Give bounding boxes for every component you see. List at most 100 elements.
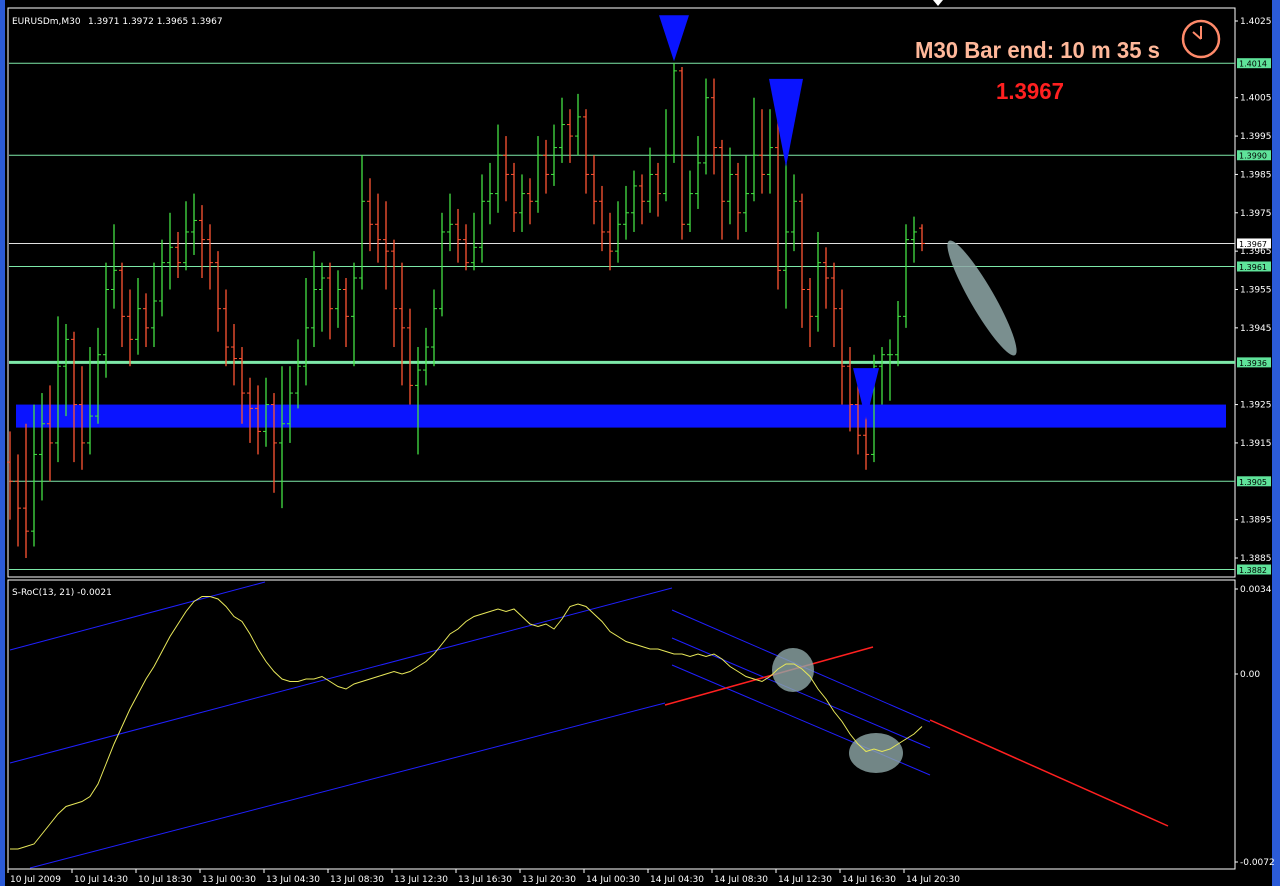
s-roc-line	[10, 596, 923, 850]
price-bar	[23, 423, 29, 558]
down-arrow-icon[interactable]	[769, 78, 803, 167]
price-bar	[359, 155, 365, 290]
price-bar	[127, 289, 133, 367]
price-bar	[431, 289, 437, 367]
price-bar	[399, 262, 405, 386]
trend-line-red[interactable]	[664, 646, 874, 706]
level-price-label: 1.4014	[1239, 60, 1267, 69]
time-tick-label: 10 Jul 14:30	[74, 875, 128, 885]
price-bar	[831, 262, 837, 348]
price-bar	[487, 162, 493, 225]
indicator-tick-label: 0.00	[1240, 670, 1260, 680]
price-bar	[615, 201, 621, 263]
price-bar	[559, 97, 565, 163]
price-tick-label: 1.3955	[1240, 285, 1272, 295]
price-bar	[383, 201, 389, 290]
time-tick-label: 13 Jul 04:30	[266, 875, 320, 885]
price-bar	[671, 63, 677, 163]
price-bar	[623, 185, 629, 240]
price-bar	[679, 67, 685, 240]
price-bar	[47, 385, 53, 482]
price-bar	[495, 124, 501, 213]
price-bar	[367, 178, 373, 252]
price-bar	[879, 347, 885, 405]
price-bar	[207, 224, 213, 290]
highlight-ellipse[interactable]	[849, 733, 903, 773]
price-bar	[895, 301, 901, 367]
price-bar	[751, 97, 757, 202]
price-bar	[807, 277, 813, 348]
time-tick-label: 13 Jul 08:30	[330, 875, 384, 885]
indicator-axis: 0.0034 0.00 -0.0072	[1235, 585, 1275, 868]
price-bar	[439, 212, 445, 317]
level-price-label: 1.3882	[1239, 566, 1267, 575]
channel-line[interactable]	[9, 587, 673, 764]
price-bar	[175, 231, 181, 278]
indicator-tick-label: 0.0034	[1240, 585, 1272, 595]
price-bar	[423, 327, 429, 386]
price-bar	[815, 231, 821, 332]
symbol-header: EURUSDm,M30	[12, 17, 81, 27]
price-bar	[167, 212, 173, 290]
price-bar	[503, 136, 509, 202]
horizontal-levels: 1.4014 1.3990 1.3967 1.3961 1.3936 1.3905 1.38…	[9, 58, 1271, 575]
chart-shift-marker[interactable]	[933, 0, 943, 6]
bar-end-countdown: M30 Bar end: 10 m 35 s	[915, 37, 1160, 63]
price-bar	[655, 162, 661, 217]
down-arrow-icon[interactable]	[659, 15, 689, 62]
price-bar	[695, 136, 701, 209]
time-tick-label: 14 Jul 04:30	[650, 875, 704, 885]
price-tick-label: 1.3915	[1240, 439, 1272, 449]
price-bar	[119, 262, 125, 348]
price-bar	[887, 339, 893, 401]
price-bar	[351, 262, 357, 367]
clock-icon	[1181, 19, 1221, 59]
price-tick-label: 1.4025	[1240, 17, 1272, 27]
support-zone-rectangle[interactable]	[16, 404, 1226, 428]
price-bar	[775, 116, 781, 290]
price-bar	[279, 366, 285, 509]
price-bar	[687, 170, 693, 232]
price-bar	[343, 277, 349, 348]
time-tick-label: 14 Jul 00:30	[586, 875, 640, 885]
price-bar	[103, 262, 109, 378]
down-arrows	[659, 15, 879, 421]
price-bar	[311, 251, 317, 348]
time-tick-label: 14 Jul 08:30	[714, 875, 768, 885]
chart-canvas[interactable]: 1.4014 1.3990 1.3967 1.3961 1.3936 1.3905 1.38…	[0, 0, 1280, 886]
price-bar	[135, 277, 141, 355]
price-bar	[143, 293, 149, 348]
price-tick-label: 1.3995	[1240, 132, 1272, 142]
price-bar	[823, 247, 829, 309]
projection-ellipse[interactable]	[939, 235, 1026, 361]
price-bar	[583, 109, 589, 194]
price-tick-label: 1.3945	[1240, 324, 1272, 334]
price-bar	[15, 454, 21, 547]
price-bar	[519, 174, 525, 232]
level-price-label: 1.3905	[1239, 478, 1267, 487]
channel-line[interactable]	[29, 702, 666, 869]
time-tick-label: 13 Jul 00:30	[202, 875, 256, 885]
price-bar	[607, 212, 613, 271]
price-bar	[591, 155, 597, 225]
price-bar	[911, 216, 917, 263]
time-tick-label: 14 Jul 20:30	[906, 875, 960, 885]
time-tick-label: 13 Jul 12:30	[394, 875, 448, 885]
price-bar	[55, 316, 61, 463]
price-bar	[703, 78, 709, 175]
trend-line-red[interactable]	[929, 719, 1169, 827]
price-bar	[727, 147, 733, 225]
highlight-ellipse[interactable]	[772, 648, 814, 692]
price-tick-label: 1.3985	[1240, 170, 1272, 180]
time-tick-label: 13 Jul 20:30	[522, 875, 576, 885]
price-bar	[743, 155, 749, 232]
price-bar	[463, 224, 469, 271]
time-tick-label: 10 Jul 18:30	[138, 875, 192, 885]
price-bar	[375, 193, 381, 263]
price-bar	[151, 262, 157, 348]
price-bar	[191, 193, 197, 255]
price-bar	[799, 193, 805, 328]
price-bar	[527, 178, 533, 225]
ohlc-readout: 1.3971 1.3972 1.3965 1.3967	[88, 17, 223, 27]
price-bar	[407, 308, 413, 405]
